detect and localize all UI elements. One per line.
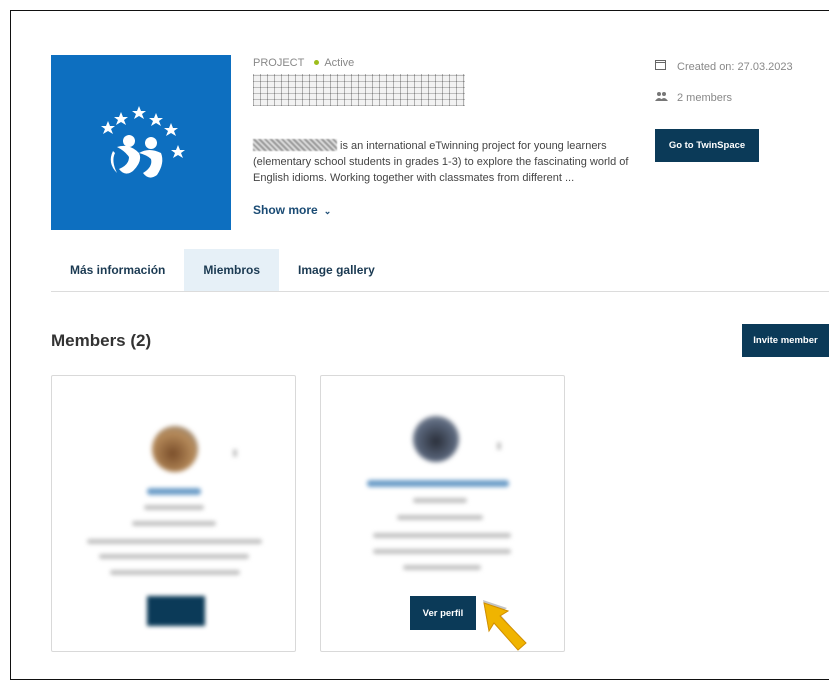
redacted-member-date xyxy=(397,515,483,520)
avatar xyxy=(413,416,459,462)
redacted-member-role xyxy=(144,505,204,510)
redacted-member-location xyxy=(110,570,240,575)
redacted-member-school xyxy=(373,533,511,538)
created-date-text: Created on: 27.03.2023 xyxy=(677,61,793,73)
tab-bar: Más información Miembros Image gallery xyxy=(51,249,394,291)
avatar xyxy=(152,426,198,472)
redacted-project-title xyxy=(253,74,465,106)
redacted-flag xyxy=(233,449,237,457)
project-description: is an international eTwinning project fo… xyxy=(253,138,638,186)
redacted-member-name xyxy=(147,488,201,495)
members-heading: Members (2) xyxy=(51,331,152,350)
redacted-project-name xyxy=(253,139,337,151)
pointer-cursor-icon xyxy=(478,595,558,672)
view-profile-button[interactable] xyxy=(147,596,205,626)
redacted-flag xyxy=(497,442,501,450)
redacted-member-role xyxy=(413,498,467,503)
project-type-text: PROJECT xyxy=(253,57,305,69)
member-card xyxy=(51,375,296,652)
show-more-label: Show more xyxy=(253,203,318,217)
show-more-link[interactable]: Show more ⌄ xyxy=(253,203,331,217)
tab-divider xyxy=(51,291,829,292)
tab-mas-informacion[interactable]: Más información xyxy=(51,249,184,291)
redacted-member-location xyxy=(403,565,481,570)
redacted-member-date xyxy=(132,521,216,526)
redacted-member-name xyxy=(367,480,509,487)
created-date: Created on: 27.03.2023 xyxy=(655,59,793,73)
tab-miembros[interactable]: Miembros xyxy=(184,249,280,291)
member-count: 2 members xyxy=(655,91,732,104)
invite-member-button[interactable]: Invite member xyxy=(742,324,829,357)
redacted-member-school xyxy=(99,554,249,559)
redacted-member-school xyxy=(87,539,262,544)
ver-perfil-button[interactable]: Ver perfil xyxy=(410,596,476,630)
tab-image-gallery[interactable]: Image gallery xyxy=(279,249,394,291)
members-icon xyxy=(655,91,669,104)
redacted-member-school xyxy=(373,549,511,554)
member-count-text: 2 members xyxy=(677,92,733,104)
status-dot xyxy=(314,60,320,65)
go-to-twinspace-button[interactable]: Go to TwinSpace xyxy=(655,129,759,162)
chevron-down-icon: ⌄ xyxy=(323,206,332,216)
project-logo-icon xyxy=(101,106,185,178)
project-type-label: PROJECT Active xyxy=(253,57,354,69)
calendar-icon xyxy=(655,59,669,73)
project-logo xyxy=(51,55,231,230)
status-badge: Active xyxy=(324,57,355,69)
